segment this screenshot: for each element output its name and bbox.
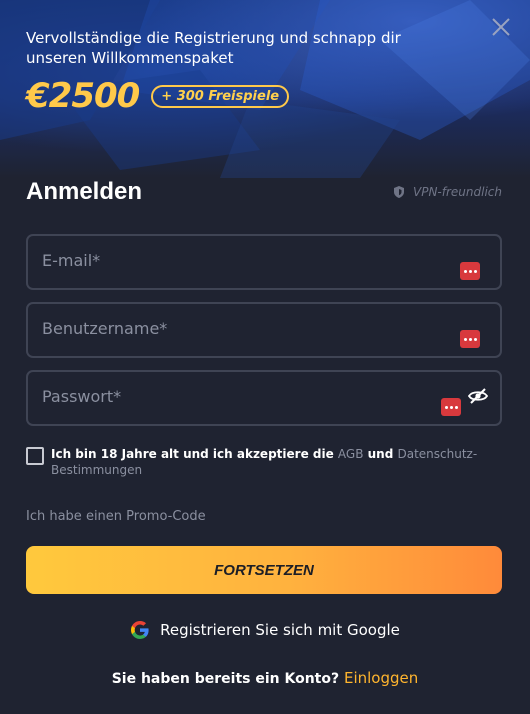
banner-headline: Vervollständige die Registrierung und sc…: [26, 29, 401, 67]
google-signup-label: Registrieren Sie sich mit Google: [160, 621, 400, 639]
username-field-container: [26, 302, 502, 358]
agb-link[interactable]: AGB: [338, 447, 364, 461]
google-icon: [130, 620, 150, 640]
password-manager-icon[interactable]: [460, 330, 480, 348]
password-field-container: [26, 370, 502, 426]
terms-text: Ich bin 18 Jahre alt und ich akzeptiere …: [51, 446, 496, 478]
vpn-label-text: VPN-freundlich: [413, 185, 502, 199]
password-manager-icon[interactable]: [441, 398, 461, 416]
login-link[interactable]: Einloggen: [344, 669, 418, 687]
bonus-amount: €2500: [26, 76, 140, 116]
submit-button[interactable]: FORTSETZEN: [26, 546, 502, 594]
terms-and: und: [363, 447, 398, 461]
login-prompt-text: Sie haben bereits ein Konto?: [111, 671, 344, 687]
google-signup-button[interactable]: Registrieren Sie sich mit Google: [0, 620, 530, 640]
username-field[interactable]: [42, 316, 422, 340]
page-title: Anmelden: [26, 178, 143, 205]
close-icon: [492, 18, 510, 36]
vpn-friendly-label: VPN-freundlich: [393, 185, 502, 199]
email-field[interactable]: [42, 248, 422, 272]
email-field-container: [26, 234, 502, 290]
free-spins-badge: + 300 Freispiele: [151, 84, 290, 108]
password-manager-icon[interactable]: [460, 262, 480, 280]
login-prompt: Sie haben bereits ein Konto? Einloggen: [0, 669, 530, 687]
welcome-banner: Vervollständige die Registrierung und sc…: [0, 0, 530, 178]
terms-consent: Ich bin 18 Jahre alt und ich akzeptiere …: [26, 446, 496, 478]
close-button[interactable]: [490, 16, 512, 38]
password-field[interactable]: [42, 384, 422, 408]
terms-prefix: Ich bin 18 Jahre alt und ich akzeptiere …: [51, 447, 338, 461]
terms-checkbox[interactable]: [26, 447, 44, 465]
bonus-offer: €2500 + 300 Freispiele: [26, 76, 290, 116]
promo-code-link[interactable]: Ich habe einen Promo-Code: [26, 509, 206, 524]
eye-slash-icon[interactable]: [468, 387, 488, 405]
shield-icon: [393, 185, 405, 199]
